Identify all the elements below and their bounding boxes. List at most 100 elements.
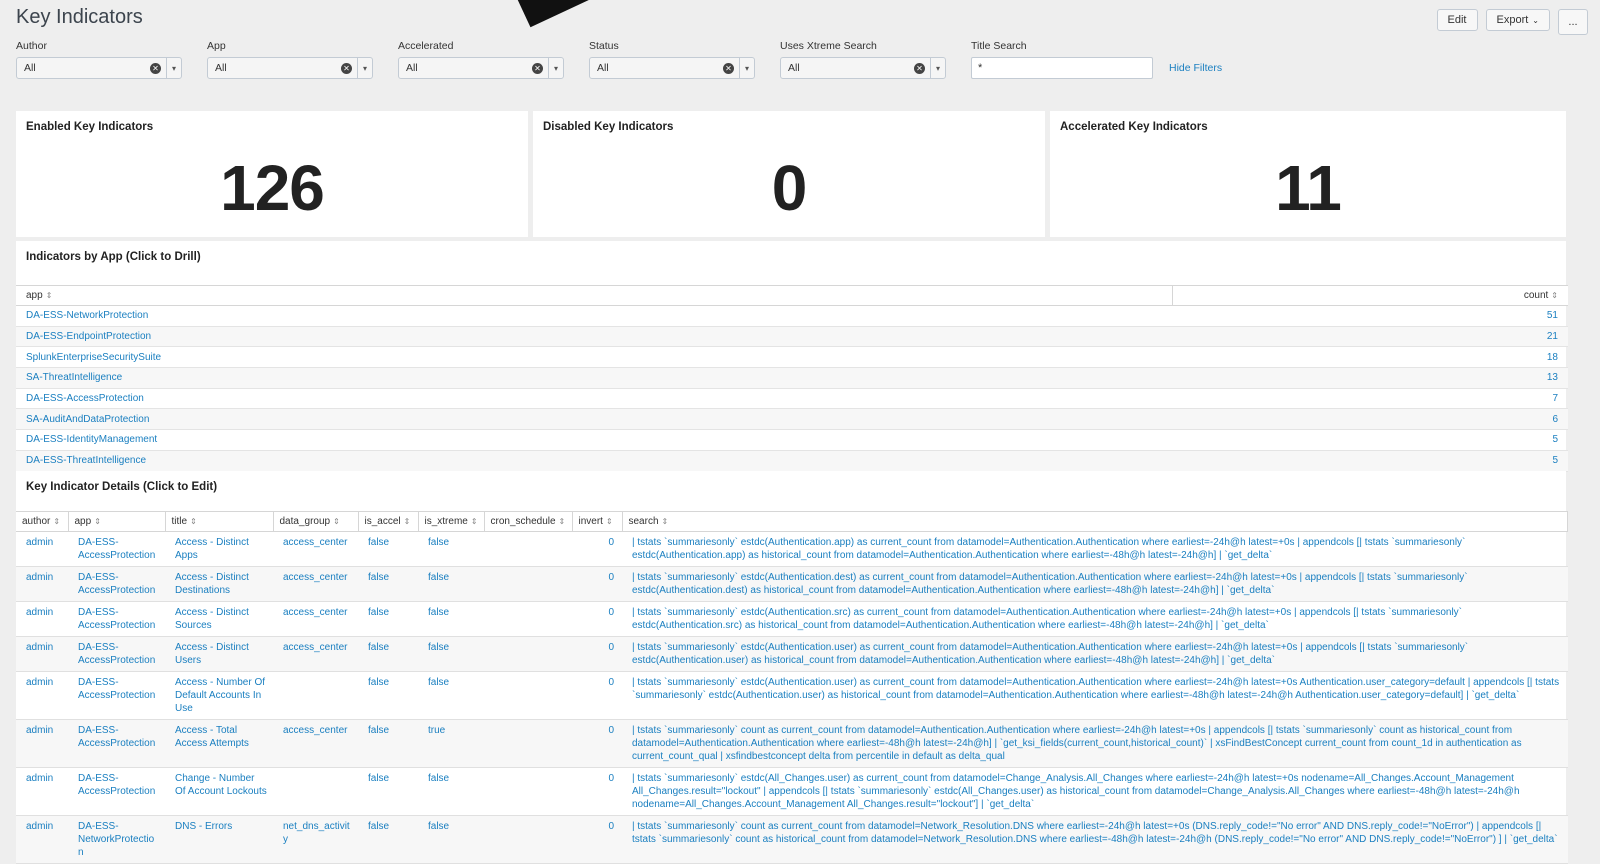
app-cell[interactable]: DA-ESS-EndpointProtection: [16, 326, 1172, 348]
data-group-cell[interactable]: [273, 671, 358, 720]
data-group-cell[interactable]: access_center: [273, 636, 358, 672]
search-cell[interactable]: | tstats `summariesonly` estdc(Authentic…: [622, 531, 1568, 567]
chevron-down-icon[interactable]: ▾: [930, 58, 945, 78]
is-xtreme-cell[interactable]: false: [418, 566, 484, 602]
sort-icon[interactable]: ⇕: [471, 517, 478, 526]
author-cell[interactable]: admin: [16, 815, 68, 864]
app-cell[interactable]: DA-ESS-AccessProtection: [68, 767, 165, 816]
cron-schedule-cell[interactable]: [484, 671, 572, 720]
title-cell[interactable]: Access - Distinct Apps: [165, 531, 273, 567]
clear-icon[interactable]: ✕: [914, 63, 925, 74]
app-cell[interactable]: DA-ESS-AccessProtection: [68, 531, 165, 567]
app-cell[interactable]: DA-ESS-IdentityManagement: [16, 429, 1172, 451]
title-cell[interactable]: Access - Total Access Attempts: [165, 719, 273, 768]
is-accel-cell[interactable]: false: [358, 636, 418, 672]
table-row[interactable]: DA-ESS-EndpointProtection 21: [16, 326, 1568, 348]
is-accel-cell[interactable]: false: [358, 671, 418, 720]
is-accel-cell[interactable]: false: [358, 767, 418, 816]
edit-button[interactable]: Edit: [1436, 9, 1478, 31]
author-cell[interactable]: admin: [16, 566, 68, 602]
column-header-count[interactable]: count ⇕: [1171, 285, 1568, 306]
chevron-down-icon[interactable]: ▾: [357, 58, 372, 78]
app-cell[interactable]: DA-ESS-AccessProtection: [68, 566, 165, 602]
count-cell[interactable]: 18: [1172, 346, 1568, 369]
status-dropdown[interactable]: All ✕ ▾: [589, 57, 755, 79]
hide-filters-link[interactable]: Hide Filters: [1169, 62, 1222, 74]
clear-icon[interactable]: ✕: [341, 63, 352, 74]
sort-icon[interactable]: ⇕: [46, 291, 53, 300]
cron-schedule-cell[interactable]: [484, 815, 572, 864]
cron-schedule-cell[interactable]: [484, 601, 572, 637]
app-cell[interactable]: DA-ESS-ThreatIntelligence: [16, 450, 1172, 472]
column-header-data-group[interactable]: data_group ⇕: [273, 511, 359, 532]
table-row[interactable]: SplunkEnterpriseSecuritySuite 18: [16, 346, 1568, 369]
table-row[interactable]: SA-ThreatIntelligence 13: [16, 367, 1568, 389]
is-accel-cell[interactable]: false: [358, 815, 418, 864]
table-row[interactable]: DA-ESS-ThreatIntelligence 5: [16, 450, 1568, 472]
search-cell[interactable]: | tstats `summariesonly` estdc(Authentic…: [622, 671, 1568, 720]
data-group-cell[interactable]: access_center: [273, 531, 358, 567]
author-cell[interactable]: admin: [16, 636, 68, 672]
table-row[interactable]: admin DA-ESS-AccessProtection Access - Dis…: [16, 601, 1568, 637]
app-cell[interactable]: DA-ESS-NetworkProtection: [16, 305, 1172, 327]
is-xtreme-cell[interactable]: false: [418, 636, 484, 672]
app-link[interactable]: SA-ThreatIntelligence: [26, 372, 122, 383]
invert-cell[interactable]: 0: [572, 767, 622, 816]
column-header-invert[interactable]: invert ⇕: [572, 511, 623, 532]
sort-icon[interactable]: ⇕: [404, 517, 411, 526]
table-row[interactable]: admin DA-ESS-AccessProtection Access - Dis…: [16, 636, 1568, 672]
is-accel-cell[interactable]: false: [358, 601, 418, 637]
cron-schedule-cell[interactable]: [484, 636, 572, 672]
clear-icon[interactable]: ✕: [723, 63, 734, 74]
count-cell[interactable]: 5: [1172, 429, 1568, 451]
table-row[interactable]: admin DA-ESS-AccessProtection Change - Num…: [16, 767, 1568, 816]
search-cell[interactable]: | tstats `summariesonly` count as curren…: [622, 719, 1568, 768]
table-row[interactable]: admin DA-ESS-AccessProtection Access - Dis…: [16, 566, 1568, 602]
invert-cell[interactable]: 0: [572, 719, 622, 768]
invert-cell[interactable]: 0: [572, 601, 622, 637]
author-cell[interactable]: admin: [16, 601, 68, 637]
is-accel-cell[interactable]: false: [358, 531, 418, 567]
title-cell[interactable]: Access - Distinct Destinations: [165, 566, 273, 602]
author-dropdown[interactable]: All ✕ ▾: [16, 57, 182, 79]
cron-schedule-cell[interactable]: [484, 719, 572, 768]
count-cell[interactable]: 7: [1172, 388, 1568, 410]
invert-cell[interactable]: 0: [572, 566, 622, 602]
accelerated-count[interactable]: 11: [1050, 151, 1566, 225]
column-header-search[interactable]: search ⇕: [622, 511, 1568, 532]
enabled-count[interactable]: 126: [16, 151, 528, 225]
sort-icon[interactable]: ⇕: [94, 517, 101, 526]
invert-cell[interactable]: 0: [572, 671, 622, 720]
data-group-cell[interactable]: [273, 767, 358, 816]
author-cell[interactable]: admin: [16, 671, 68, 720]
column-header-app[interactable]: app ⇕: [16, 285, 1172, 306]
data-group-cell[interactable]: access_center: [273, 566, 358, 602]
column-header-is-accel[interactable]: is_accel ⇕: [358, 511, 419, 532]
column-header-is-xtreme[interactable]: is_xtreme ⇕: [418, 511, 485, 532]
app-cell[interactable]: DA-ESS-AccessProtection: [68, 719, 165, 768]
invert-cell[interactable]: 0: [572, 636, 622, 672]
count-cell[interactable]: 21: [1172, 326, 1568, 348]
chevron-down-icon[interactable]: ▾: [166, 58, 181, 78]
app-cell[interactable]: DA-ESS-NetworkProtection: [68, 815, 165, 864]
title-cell[interactable]: Access - Distinct Sources: [165, 601, 273, 637]
is-xtreme-cell[interactable]: false: [418, 815, 484, 864]
app-cell[interactable]: DA-ESS-AccessProtection: [68, 601, 165, 637]
column-header-title[interactable]: title ⇕: [165, 511, 274, 532]
app-link[interactable]: DA-ESS-ThreatIntelligence: [26, 455, 146, 466]
clear-icon[interactable]: ✕: [150, 63, 161, 74]
is-xtreme-cell[interactable]: false: [418, 671, 484, 720]
is-xtreme-cell[interactable]: false: [418, 531, 484, 567]
app-link[interactable]: SplunkEnterpriseSecuritySuite: [26, 352, 161, 363]
column-header-app[interactable]: app ⇕: [68, 511, 166, 532]
disabled-count[interactable]: 0: [533, 151, 1045, 225]
search-cell[interactable]: | tstats `summariesonly` estdc(Authentic…: [622, 636, 1568, 672]
count-cell[interactable]: 6: [1172, 408, 1568, 431]
accelerated-dropdown[interactable]: All ✕ ▾: [398, 57, 564, 79]
search-cell[interactable]: | tstats `summariesonly` estdc(All_Chang…: [622, 767, 1568, 816]
table-row[interactable]: admin DA-ESS-NetworkProtection DNS - Error…: [16, 815, 1568, 864]
app-cell[interactable]: SplunkEnterpriseSecuritySuite: [16, 346, 1172, 369]
title-search-input[interactable]: *: [971, 57, 1153, 79]
author-cell[interactable]: admin: [16, 531, 68, 567]
sort-icon[interactable]: ⇕: [662, 517, 669, 526]
